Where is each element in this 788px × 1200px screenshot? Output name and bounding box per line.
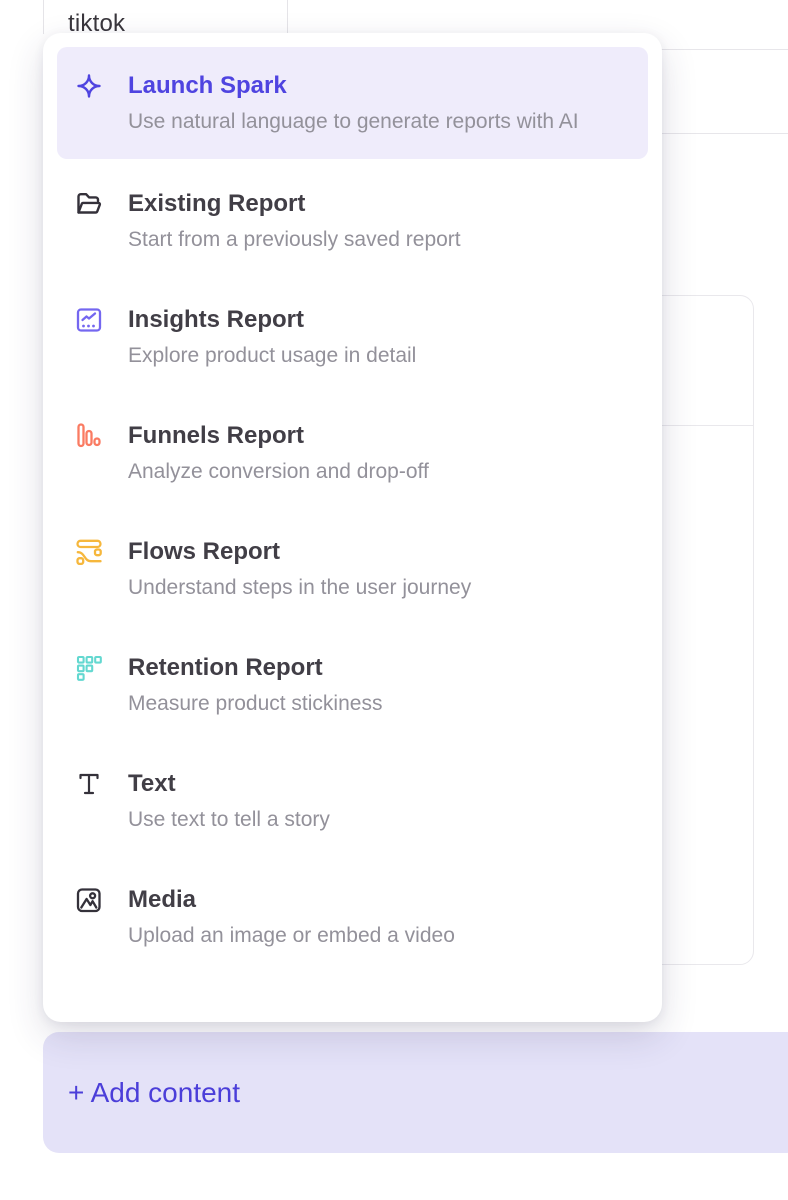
menu-item-description: Understand steps in the user journey xyxy=(128,573,620,603)
menu-item-launch-spark[interactable]: Launch Spark Use natural language to gen… xyxy=(57,47,648,159)
menu-item-funnels-report[interactable]: Funnels Report Analyze conversion and dr… xyxy=(57,397,648,507)
menu-item-description: Start from a previously saved report xyxy=(128,225,620,255)
menu-item-label: Funnels Report xyxy=(128,422,620,450)
menu-item-label: Insights Report xyxy=(128,306,620,334)
flow-icon xyxy=(75,538,103,566)
bar-chart-icon xyxy=(75,422,103,450)
add-content-menu: Launch Spark Use natural language to gen… xyxy=(43,33,662,1022)
card-left-border xyxy=(43,0,44,34)
folder-open-icon xyxy=(75,190,103,218)
menu-item-retention-report[interactable]: Retention Report Measure product stickin… xyxy=(57,629,648,739)
menu-item-label: Text xyxy=(128,770,620,798)
menu-item-existing-report[interactable]: Existing Report Start from a previously … xyxy=(57,165,648,275)
add-content-label: + Add content xyxy=(68,1077,240,1109)
menu-item-description: Analyze conversion and drop-off xyxy=(128,457,620,487)
menu-item-description: Use natural language to generate reports… xyxy=(128,107,620,137)
add-content-button[interactable]: + Add content xyxy=(43,1032,788,1153)
text-icon xyxy=(75,770,103,798)
menu-item-text[interactable]: Text Use text to tell a story xyxy=(57,745,648,855)
menu-item-media[interactable]: Media Upload an image or embed a video xyxy=(57,861,648,971)
menu-item-label: Retention Report xyxy=(128,654,620,682)
menu-item-description: Explore product usage in detail xyxy=(128,341,620,371)
card-column-border xyxy=(287,0,288,33)
menu-item-description: Upload an image or embed a video xyxy=(128,921,620,951)
menu-item-label: Flows Report xyxy=(128,538,620,566)
menu-item-label: Media xyxy=(128,886,620,914)
retention-grid-icon xyxy=(75,654,103,682)
menu-item-insights-report[interactable]: Insights Report Explore product usage in… xyxy=(57,281,648,391)
menu-item-description: Measure product stickiness xyxy=(128,689,620,719)
spark-icon xyxy=(75,72,103,100)
menu-item-description: Use text to tell a story xyxy=(128,805,620,835)
menu-item-flows-report[interactable]: Flows Report Understand steps in the use… xyxy=(57,513,648,623)
media-icon xyxy=(75,886,103,914)
menu-item-label: Existing Report xyxy=(128,190,620,218)
line-chart-icon xyxy=(75,306,103,334)
menu-item-label: Launch Spark xyxy=(128,72,620,100)
